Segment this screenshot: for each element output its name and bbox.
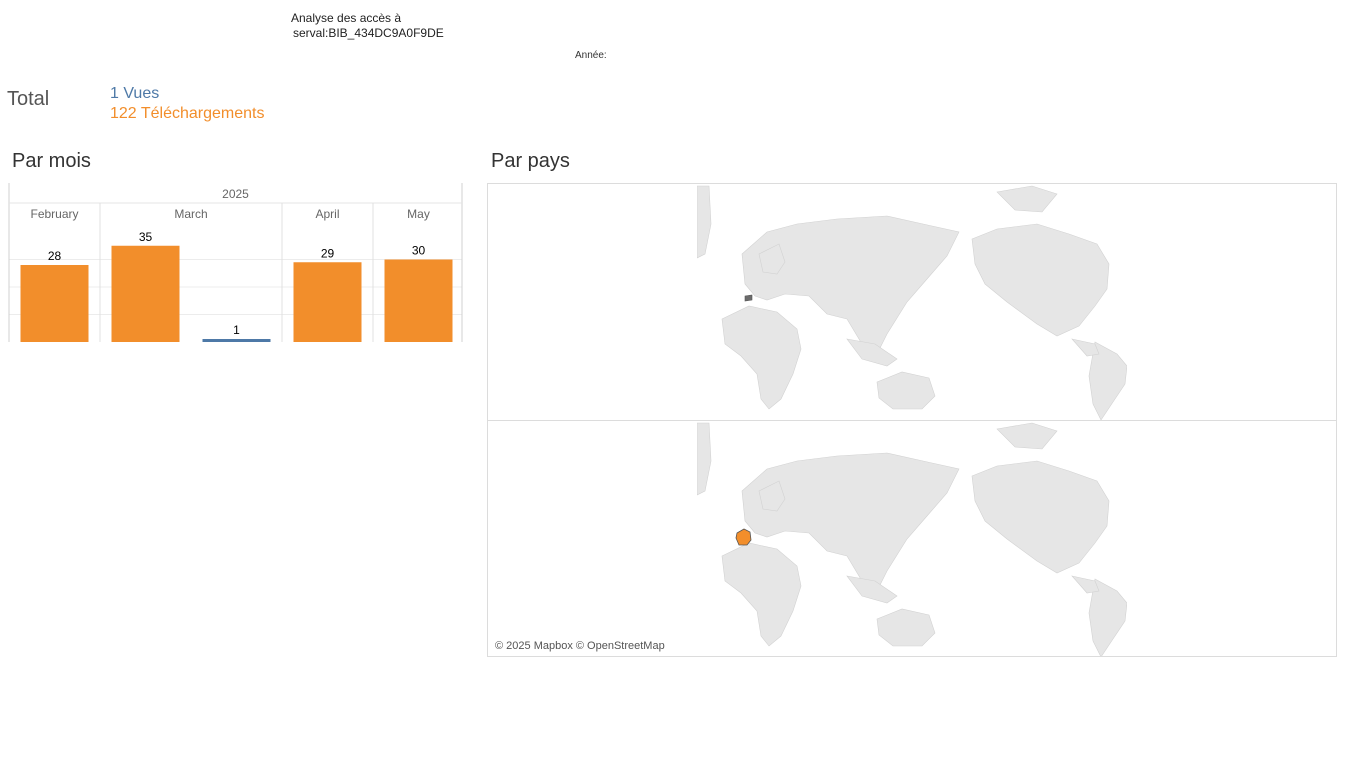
total-views: 1 Vues [110, 85, 160, 102]
world-map-views [697, 185, 1127, 420]
by-country-title: Par pays [491, 150, 570, 172]
total-downloads: 122 Téléchargements [110, 105, 265, 122]
map-downloads-pane[interactable] [488, 421, 1336, 656]
bar [111, 245, 180, 342]
report-title-line2: serval:BIB_434DC9A0F9DE [293, 26, 444, 40]
highlighted-country-views [744, 294, 753, 302]
data-label: 1 [233, 323, 240, 337]
data-label: 35 [139, 230, 153, 244]
bar [384, 259, 453, 342]
monthly-bar-chart: 2025 February 28 March 35 1 April 29 May 30 [8, 183, 463, 342]
report-title-line1: Analyse des accès à [291, 11, 402, 25]
month-label: May [407, 207, 430, 221]
data-label: 28 [48, 249, 62, 263]
total-label: Total [7, 88, 50, 110]
bar [202, 339, 271, 342]
month-label: April [315, 207, 339, 221]
bar [20, 265, 89, 342]
year-header: 2025 [222, 187, 249, 201]
year-filter-label[interactable]: Année: [575, 50, 607, 61]
map-attribution[interactable]: © 2025 Mapbox © OpenStreetMap [495, 640, 665, 652]
world-map-downloads [697, 422, 1127, 656]
month-label: March [174, 207, 207, 221]
map-views-pane[interactable] [488, 184, 1336, 421]
month-label: February [30, 207, 78, 221]
data-label: 30 [412, 244, 426, 258]
bar [293, 262, 362, 342]
data-label: 29 [321, 246, 335, 260]
highlighted-country-downloads [735, 528, 752, 546]
country-map-panel: © 2025 Mapbox © OpenStreetMap [487, 183, 1337, 657]
by-month-title: Par mois [12, 150, 91, 172]
